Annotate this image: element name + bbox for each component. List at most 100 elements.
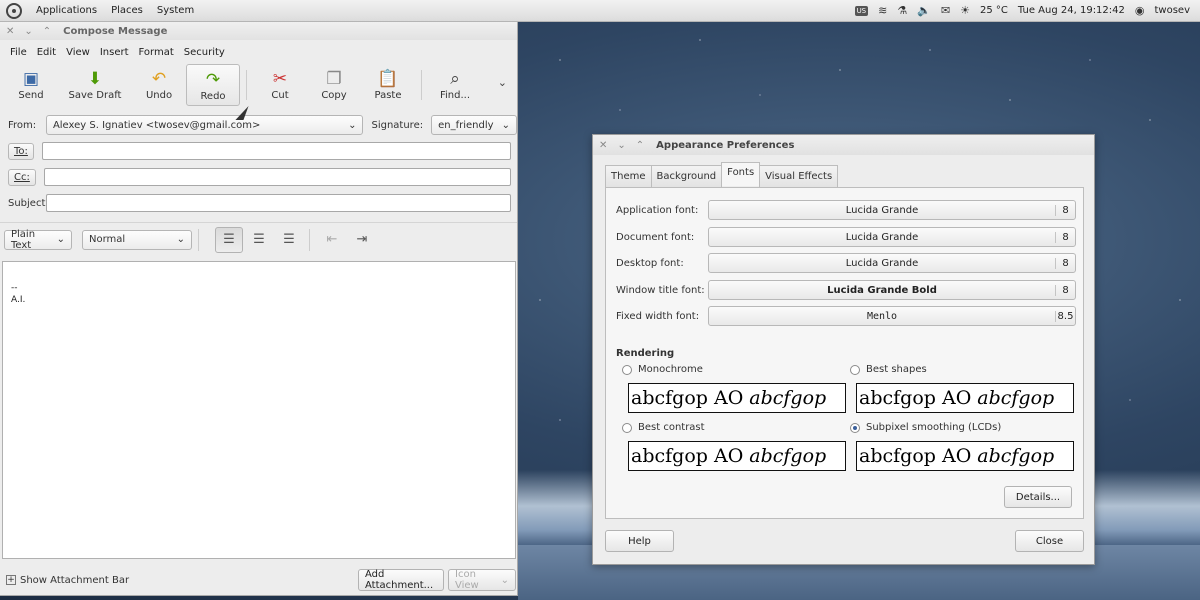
- undo-button[interactable]: ↶ Undo: [132, 64, 186, 106]
- monochrome-sample[interactable]: abcfgop AO abcfgop: [628, 383, 846, 413]
- best-contrast-sample[interactable]: abcfgop AO abcfgop: [628, 441, 846, 471]
- menu-view[interactable]: View: [66, 47, 90, 58]
- cc-button[interactable]: Cc:: [8, 168, 36, 186]
- menu-security[interactable]: Security: [184, 47, 225, 58]
- to-button[interactable]: To:: [8, 142, 34, 160]
- tab-theme[interactable]: Theme: [605, 165, 652, 187]
- align-right-icon[interactable]: ☰: [275, 227, 303, 253]
- indent-icon[interactable]: ⇥: [348, 227, 376, 253]
- rendering-heading: Rendering: [616, 348, 675, 359]
- chevron-down-icon[interactable]: ⌄: [498, 76, 507, 89]
- sample-normal-text: abcfgop AO: [631, 445, 744, 467]
- expand-icon[interactable]: +: [6, 575, 16, 585]
- close-icon[interactable]: ✕: [6, 26, 14, 37]
- from-value: Alexey S. Ignatiev <twosev@gmail.com>: [52, 119, 261, 131]
- user-name[interactable]: twosev: [1155, 5, 1191, 16]
- temperature[interactable]: 25 °C: [980, 5, 1008, 16]
- best-shapes-sample[interactable]: abcfgop AO abcfgop: [856, 383, 1074, 413]
- close-button[interactable]: Close: [1015, 530, 1084, 552]
- find-button[interactable]: ⌕ Find...: [428, 64, 482, 106]
- to-row: To:: [0, 138, 517, 164]
- desktop-font-button[interactable]: Lucida Grande 8: [708, 253, 1076, 273]
- message-body[interactable]: -- A.I.: [2, 261, 516, 559]
- to-field[interactable]: [41, 142, 511, 160]
- minimize-icon[interactable]: ⌄: [617, 140, 625, 151]
- menu-edit[interactable]: Edit: [37, 47, 56, 58]
- appearance-title: Appearance Preferences: [656, 139, 795, 151]
- from-select[interactable]: Alexey S. Ignatiev <twosev@gmail.com> ⌄: [45, 115, 364, 135]
- subpixel-smoothing-sample[interactable]: abcfgop AO abcfgop: [856, 441, 1074, 471]
- radio-best-contrast[interactable]: Best contrast: [622, 422, 705, 433]
- send-button[interactable]: ▣ Send: [4, 64, 58, 106]
- paste-icon: 📋: [377, 69, 399, 89]
- outdent-icon[interactable]: ⇤: [318, 227, 346, 253]
- compose-titlebar: ✕ ⌄ ⌃ Compose Message: [0, 22, 517, 40]
- toolbar-separator: [246, 70, 247, 100]
- indent-group: ⇤ ⇥: [318, 227, 376, 253]
- cc-field[interactable]: [43, 168, 511, 186]
- body-signature: A.I.: [11, 295, 26, 305]
- weather-sun-icon[interactable]: ☀: [960, 4, 970, 17]
- format-toolbar: Plain Text ⌄ Normal ⌄ ☰ ☰ ☰ ⇤ ⇥: [0, 222, 517, 256]
- chevron-down-icon: ⌄: [348, 119, 357, 131]
- close-icon[interactable]: ✕: [599, 140, 607, 151]
- paste-label: Paste: [374, 90, 402, 101]
- radio-best-shapes[interactable]: Best shapes: [850, 364, 927, 375]
- keyboard-layout-indicator[interactable]: US: [854, 5, 869, 16]
- menu-format[interactable]: Format: [139, 47, 174, 58]
- paragraph-style-select[interactable]: Normal ⌄: [82, 229, 192, 250]
- window-title-font-button[interactable]: Lucida Grande Bold 8: [708, 280, 1076, 300]
- sample-normal-text: abcfgop AO: [859, 387, 972, 409]
- fixed-width-font-button[interactable]: Menlo 8.5: [708, 306, 1076, 326]
- network-icon[interactable]: ⚗: [897, 4, 907, 17]
- chevron-down-icon: ⌄: [56, 234, 65, 245]
- radio-subpixel-smoothing[interactable]: Subpixel smoothing (LCDs): [850, 422, 1001, 433]
- appearance-preferences-window: ✕ ⌄ ⌃ Appearance Preferences Theme Backg…: [592, 134, 1095, 565]
- menu-file[interactable]: File: [10, 47, 27, 58]
- cut-button[interactable]: ✂ Cut: [253, 64, 307, 106]
- wifi-icon[interactable]: ≋: [878, 4, 887, 17]
- save-draft-button[interactable]: ⬇ Save Draft: [58, 64, 132, 106]
- maximize-icon[interactable]: ⌃: [43, 26, 51, 37]
- sample-italic-text: abcfgop: [977, 445, 1055, 467]
- window-title-font-row: Window title font: Lucida Grande Bold 8: [616, 280, 1076, 300]
- show-attachment-bar-label[interactable]: Show Attachment Bar: [20, 575, 129, 586]
- subject-field[interactable]: [46, 194, 511, 212]
- menu-insert[interactable]: Insert: [100, 47, 129, 58]
- format-mode-select[interactable]: Plain Text ⌄: [4, 229, 72, 251]
- menu-applications[interactable]: Applications: [36, 5, 97, 16]
- tab-background[interactable]: Background: [650, 165, 723, 187]
- window-title-font-size: 8: [1055, 284, 1075, 296]
- minimize-icon[interactable]: ⌄: [24, 26, 32, 37]
- menu-places[interactable]: Places: [111, 5, 143, 16]
- document-font-button[interactable]: Lucida Grande 8: [708, 227, 1076, 247]
- help-button[interactable]: Help: [605, 530, 674, 552]
- signature-select[interactable]: en_friendly ⌄: [431, 115, 517, 135]
- clock[interactable]: Tue Aug 24, 19:12:42: [1018, 5, 1125, 16]
- align-left-icon[interactable]: ☰: [215, 226, 243, 253]
- document-font-label: Document font:: [616, 231, 695, 243]
- best-shapes-label: Best shapes: [866, 364, 927, 375]
- cut-label: Cut: [271, 90, 289, 101]
- subject-label: Subject:: [8, 197, 49, 209]
- volume-icon[interactable]: 🔈: [917, 4, 931, 17]
- maximize-icon[interactable]: ⌃: [636, 140, 644, 151]
- application-font-name: Lucida Grande: [845, 204, 919, 216]
- tab-fonts[interactable]: Fonts: [721, 162, 761, 186]
- icon-view-value: Icon View: [455, 569, 479, 591]
- signature-label: Signature:: [371, 119, 424, 131]
- add-attachment-button[interactable]: Add Attachment...: [358, 569, 444, 591]
- application-font-button[interactable]: Lucida Grande 8: [708, 200, 1076, 220]
- paste-button[interactable]: 📋 Paste: [361, 64, 415, 106]
- radio-monochrome[interactable]: Monochrome: [622, 364, 703, 375]
- send-icon: ▣: [22, 69, 40, 89]
- ubuntu-logo-icon[interactable]: [6, 2, 22, 19]
- icon-view-select[interactable]: Icon View ⌄: [448, 569, 516, 591]
- details-button[interactable]: Details...: [1004, 486, 1072, 508]
- copy-button[interactable]: ❐ Copy: [307, 64, 361, 106]
- tab-visual-effects[interactable]: Visual Effects: [759, 165, 839, 187]
- menu-system[interactable]: System: [157, 5, 194, 16]
- redo-button[interactable]: ↷ Redo: [186, 64, 240, 106]
- mail-icon[interactable]: ✉: [941, 4, 950, 17]
- align-center-icon[interactable]: ☰: [245, 227, 273, 253]
